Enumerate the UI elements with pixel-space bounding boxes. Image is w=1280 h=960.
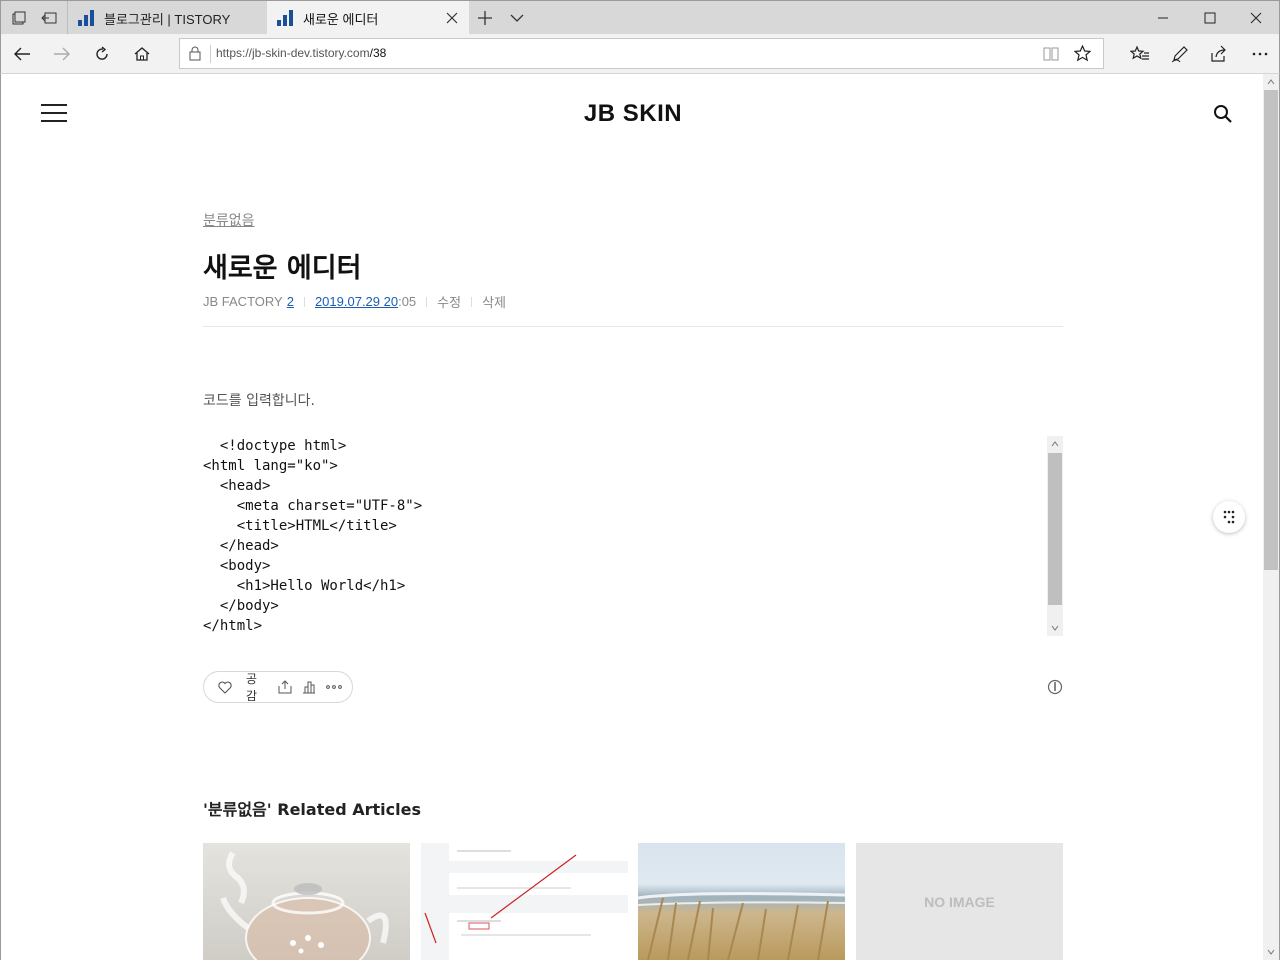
related-article-teapot-image[interactable]: [203, 843, 410, 960]
post-time: :05: [398, 294, 417, 309]
code-scrollbar-thumb[interactable]: [1048, 453, 1062, 605]
info-icon[interactable]: [1047, 679, 1063, 699]
url-text[interactable]: https://jb-skin-dev.tistory.com/38: [216, 46, 386, 60]
comment-count-link[interactable]: 2: [287, 294, 294, 309]
scroll-down-arrow-icon[interactable]: [1263, 944, 1279, 960]
dots-grid-icon: [1223, 510, 1235, 524]
lock-icon[interactable]: [189, 46, 201, 65]
scroll-up-arrow-icon[interactable]: [1047, 436, 1063, 452]
header-divider: [203, 326, 1063, 327]
related-article-no-image[interactable]: NO IMAGE: [856, 843, 1063, 960]
browser-navbar: https://jb-skin-dev.tistory.com/38: [0, 34, 1280, 74]
scroll-down-arrow-icon[interactable]: [1047, 620, 1063, 636]
code-block[interactable]: <!doctype html> <html lang="ko"> <head> …: [203, 436, 1063, 636]
delete-link[interactable]: 삭제: [482, 292, 506, 311]
page-scrollbar[interactable]: [1263, 74, 1279, 960]
more-dots-icon[interactable]: [326, 685, 342, 689]
post-title: 새로운 에디터: [203, 253, 362, 284]
set-tabs-aside-icon[interactable]: [39, 8, 59, 28]
site-title[interactable]: JB SKIN: [1, 100, 1265, 128]
stats-icon[interactable]: [302, 680, 316, 694]
search-icon[interactable]: [1213, 104, 1233, 128]
floating-menu-button[interactable]: [1213, 501, 1245, 533]
post-date-link[interactable]: 2019.07.29 20: [315, 294, 398, 309]
address-bar[interactable]: https://jb-skin-dev.tistory.com/38: [179, 38, 1104, 69]
tab-label: 블로그관리 | TISTORY: [104, 11, 231, 27]
favorites-hub-icon[interactable]: [1129, 43, 1151, 65]
more-options-icon[interactable]: [1249, 43, 1271, 65]
tab-actions-icon[interactable]: [9, 8, 29, 28]
code-scrollbar[interactable]: [1047, 436, 1063, 636]
no-image-label: NO IMAGE: [924, 893, 995, 910]
tistory-favicon-icon: [277, 10, 293, 26]
reaction-bar: 공감: [203, 671, 353, 703]
like-label[interactable]: 공감: [246, 670, 266, 704]
share-icon[interactable]: [278, 680, 292, 694]
share-icon[interactable]: [1208, 43, 1230, 65]
new-tab-icon[interactable]: [475, 8, 495, 28]
related-heading-text: Related Articles: [271, 800, 421, 819]
related-article-beach-image[interactable]: [638, 843, 845, 960]
window-close-icon[interactable]: [1246, 8, 1266, 28]
post-category-link[interactable]: 분류없음: [203, 210, 255, 230]
scroll-up-arrow-icon[interactable]: [1263, 74, 1279, 90]
tab-blog-admin[interactable]: 블로그관리 | TISTORY: [67, 1, 267, 35]
url-host: https://jb-skin-dev.tistory.com: [216, 46, 370, 60]
close-tab-icon[interactable]: [445, 11, 459, 25]
back-arrow-icon[interactable]: [11, 43, 33, 65]
post-author: JB FACTORY: [203, 294, 283, 309]
reading-view-icon[interactable]: [1043, 46, 1059, 66]
related-articles-heading: '분류없음' Related Articles: [203, 796, 421, 820]
post-intro-text: 코드를 입력합니다.: [203, 393, 315, 409]
related-articles-list: NO IMAGE: [203, 843, 1063, 960]
page-viewport: JB SKIN 분류없음 새로운 에디터 JB FACTORY 2 2019.0…: [0, 74, 1280, 960]
url-path: /38: [369, 46, 387, 60]
related-category: '분류없음': [203, 800, 272, 819]
minimize-icon[interactable]: [1153, 8, 1173, 28]
pen-annotate-icon[interactable]: [1169, 43, 1191, 65]
home-icon[interactable]: [131, 43, 153, 65]
code-content: <!doctype html> <html lang="ko"> <head> …: [203, 438, 423, 634]
tab-label: 새로운 에디터: [303, 11, 379, 27]
maximize-icon[interactable]: [1200, 8, 1220, 28]
chevron-down-icon[interactable]: [507, 8, 527, 28]
refresh-icon[interactable]: [91, 43, 113, 65]
browser-titlebar: 블로그관리 | TISTORY 새로운 에디터: [0, 0, 1280, 35]
edit-link[interactable]: 수정: [437, 292, 461, 311]
meta-divider: [426, 296, 428, 307]
heart-icon[interactable]: [218, 681, 232, 694]
tistory-favicon-icon: [78, 10, 94, 26]
favorite-star-icon[interactable]: [1073, 44, 1092, 66]
page-scrollbar-thumb[interactable]: [1264, 90, 1278, 570]
meta-divider: [471, 296, 473, 307]
address-divider: [210, 45, 211, 63]
post-datetime: 2019.07.29 20:05: [315, 294, 416, 309]
forward-arrow-icon[interactable]: [51, 43, 73, 65]
meta-divider: [303, 296, 305, 307]
post-meta: JB FACTORY 2 2019.07.29 20:05 수정 삭제: [203, 292, 506, 311]
tab-new-editor[interactable]: 새로운 에디터: [267, 1, 469, 35]
related-article-settings-screenshot[interactable]: [421, 843, 628, 960]
